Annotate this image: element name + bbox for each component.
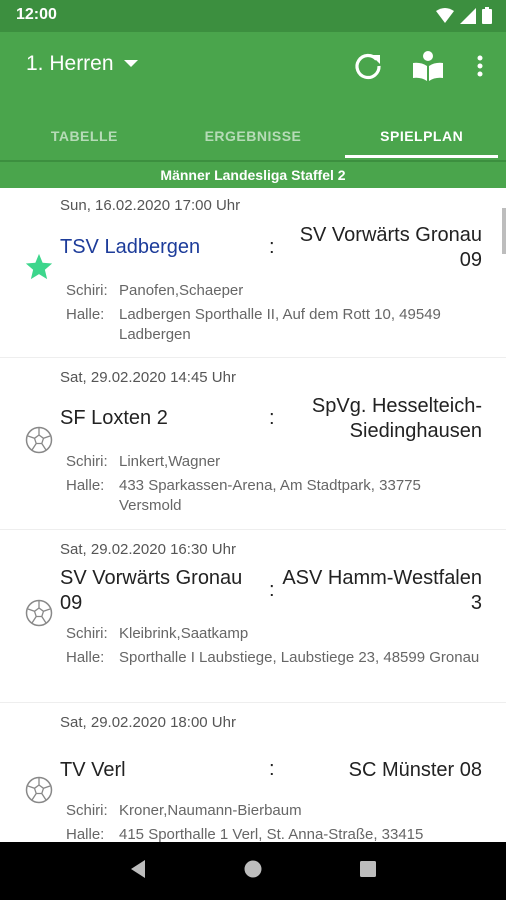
star-icon[interactable] xyxy=(24,252,54,282)
tab-label: TABELLE xyxy=(50,128,118,144)
referee-names: Panofen,Schaeper xyxy=(119,282,244,299)
hall-address: 433 Sparkassen-Arena, Am Stadtpark, 3377… xyxy=(119,477,421,514)
score-separator: : xyxy=(269,236,275,258)
tab-indicator xyxy=(345,155,499,158)
match-date: Sun, 16.02.2020 17:00 Uhr xyxy=(60,197,241,214)
referee-names: Kroner,Naumann-Bierbaum xyxy=(119,802,302,819)
hall-row: Halle: 415 Sporthalle 1 Verl, St. Anna-S… xyxy=(66,825,486,842)
dropdown-arrow-icon xyxy=(123,55,138,73)
match-date: Sat, 29.02.2020 16:30 Uhr xyxy=(60,541,236,558)
refresh-icon xyxy=(353,51,383,86)
team-title: 1. Herren xyxy=(26,52,114,75)
hall-address: 415 Sporthalle 1 Verl, St. Anna-Straße, … xyxy=(119,826,424,842)
tab-label: ERGEBNISSE xyxy=(204,128,302,144)
more-vert-icon xyxy=(477,55,483,82)
home-icon xyxy=(243,859,263,884)
referee-row: Schiri: Kleibrink,Saatkamp xyxy=(66,624,486,644)
tab-bar: TABELLE ERGEBNISSE SPIELPLAN xyxy=(0,112,506,160)
hall-label: Halle: xyxy=(66,306,105,323)
away-team: SC Münster 08 xyxy=(348,759,482,781)
status-icons xyxy=(436,7,492,29)
tab-ergebnisse[interactable]: ERGEBNISSE xyxy=(169,112,338,160)
battery-icon xyxy=(482,7,492,29)
ball-icon[interactable] xyxy=(24,425,54,455)
tab-spielplan[interactable]: SPIELPLAN xyxy=(337,112,506,160)
away-team: SpVg. Hesselteich-Siedinghausen xyxy=(311,395,482,442)
app-bar: 1. Herren TABELLE ERGEBNISSE SPIELPLAN xyxy=(0,32,506,160)
hall-row: Halle: Ladbergen Sporthalle II, Auf dem … xyxy=(66,305,486,345)
home-button[interactable] xyxy=(233,851,273,891)
tab-tabelle[interactable]: TABELLE xyxy=(0,112,169,160)
hall-row: Halle: Sporthalle I Laubstiege, Laubstie… xyxy=(66,648,486,668)
scrollbar[interactable] xyxy=(502,208,506,254)
referee-row: Schiri: Panofen,Schaeper xyxy=(66,281,486,301)
system-nav-bar xyxy=(0,842,506,900)
match-date: Sat, 29.02.2020 14:45 Uhr xyxy=(60,369,236,386)
score-separator: : xyxy=(269,579,275,601)
hall-address: Ladbergen Sporthalle II, Auf dem Rott 10… xyxy=(119,306,441,343)
rules-button[interactable] xyxy=(408,48,448,88)
back-button[interactable] xyxy=(118,851,158,891)
signal-icon xyxy=(460,7,476,29)
book-reader-icon xyxy=(411,50,445,87)
team-selector[interactable]: 1. Herren xyxy=(26,52,138,76)
referee-row: Schiri: Linkert,Wagner xyxy=(66,452,486,472)
score-separator: : xyxy=(269,407,275,429)
tab-label: SPIELPLAN xyxy=(380,128,464,144)
home-team: SF Loxten 2 xyxy=(60,407,168,429)
away-team: ASV Hamm-Westfalen 3 xyxy=(282,567,482,614)
match-item[interactable]: Sat, 29.02.2020 18:00 Uhr TV Verl : SC M… xyxy=(0,703,506,842)
league-title: Männer Landesliga Staffel 2 xyxy=(160,167,346,183)
overflow-menu-button[interactable] xyxy=(460,48,500,88)
hall-label: Halle: xyxy=(66,649,105,666)
status-bar: 12:00 xyxy=(0,0,506,32)
refresh-button[interactable] xyxy=(348,48,388,88)
referee-names: Kleibrink,Saatkamp xyxy=(119,625,249,642)
referee-label: Schiri: xyxy=(66,802,108,819)
back-icon xyxy=(129,859,147,884)
score-separator: : xyxy=(269,758,275,780)
match-item[interactable]: Sun, 16.02.2020 17:00 Uhr TSV Ladbergen … xyxy=(0,188,506,358)
home-team: SV Vorwärts Gronau 09 xyxy=(60,567,243,614)
match-list[interactable]: Sun, 16.02.2020 17:00 Uhr TSV Ladbergen … xyxy=(0,188,506,842)
wifi-icon xyxy=(436,7,454,29)
referee-names: Linkert,Wagner xyxy=(119,453,221,470)
hall-row: Halle: 433 Sparkassen-Arena, Am Stadtpar… xyxy=(66,476,486,516)
home-team: TSV Ladbergen xyxy=(60,236,201,258)
recents-button[interactable] xyxy=(348,851,388,891)
hall-label: Halle: xyxy=(66,826,105,842)
referee-label: Schiri: xyxy=(66,625,108,642)
match-item[interactable]: Sat, 29.02.2020 16:30 Uhr SV Vorwärts Gr… xyxy=(0,530,506,703)
ball-icon[interactable] xyxy=(24,775,54,805)
match-date: Sat, 29.02.2020 18:00 Uhr xyxy=(60,714,236,731)
ball-icon[interactable] xyxy=(24,598,54,628)
hall-address: Sporthalle I Laubstiege, Laubstiege 23, … xyxy=(119,649,480,666)
status-time: 12:00 xyxy=(16,6,57,23)
away-team: SV Vorwärts Gronau 09 xyxy=(299,224,482,271)
home-team: TV Verl xyxy=(60,759,126,781)
match-item[interactable]: Sat, 29.02.2020 14:45 Uhr SF Loxten 2 : … xyxy=(0,358,506,530)
league-banner: Männer Landesliga Staffel 2 xyxy=(0,160,506,188)
referee-label: Schiri: xyxy=(66,453,108,470)
referee-label: Schiri: xyxy=(66,282,108,299)
hall-label: Halle: xyxy=(66,477,105,494)
referee-row: Schiri: Kroner,Naumann-Bierbaum xyxy=(66,801,486,821)
recents-icon xyxy=(359,860,377,883)
